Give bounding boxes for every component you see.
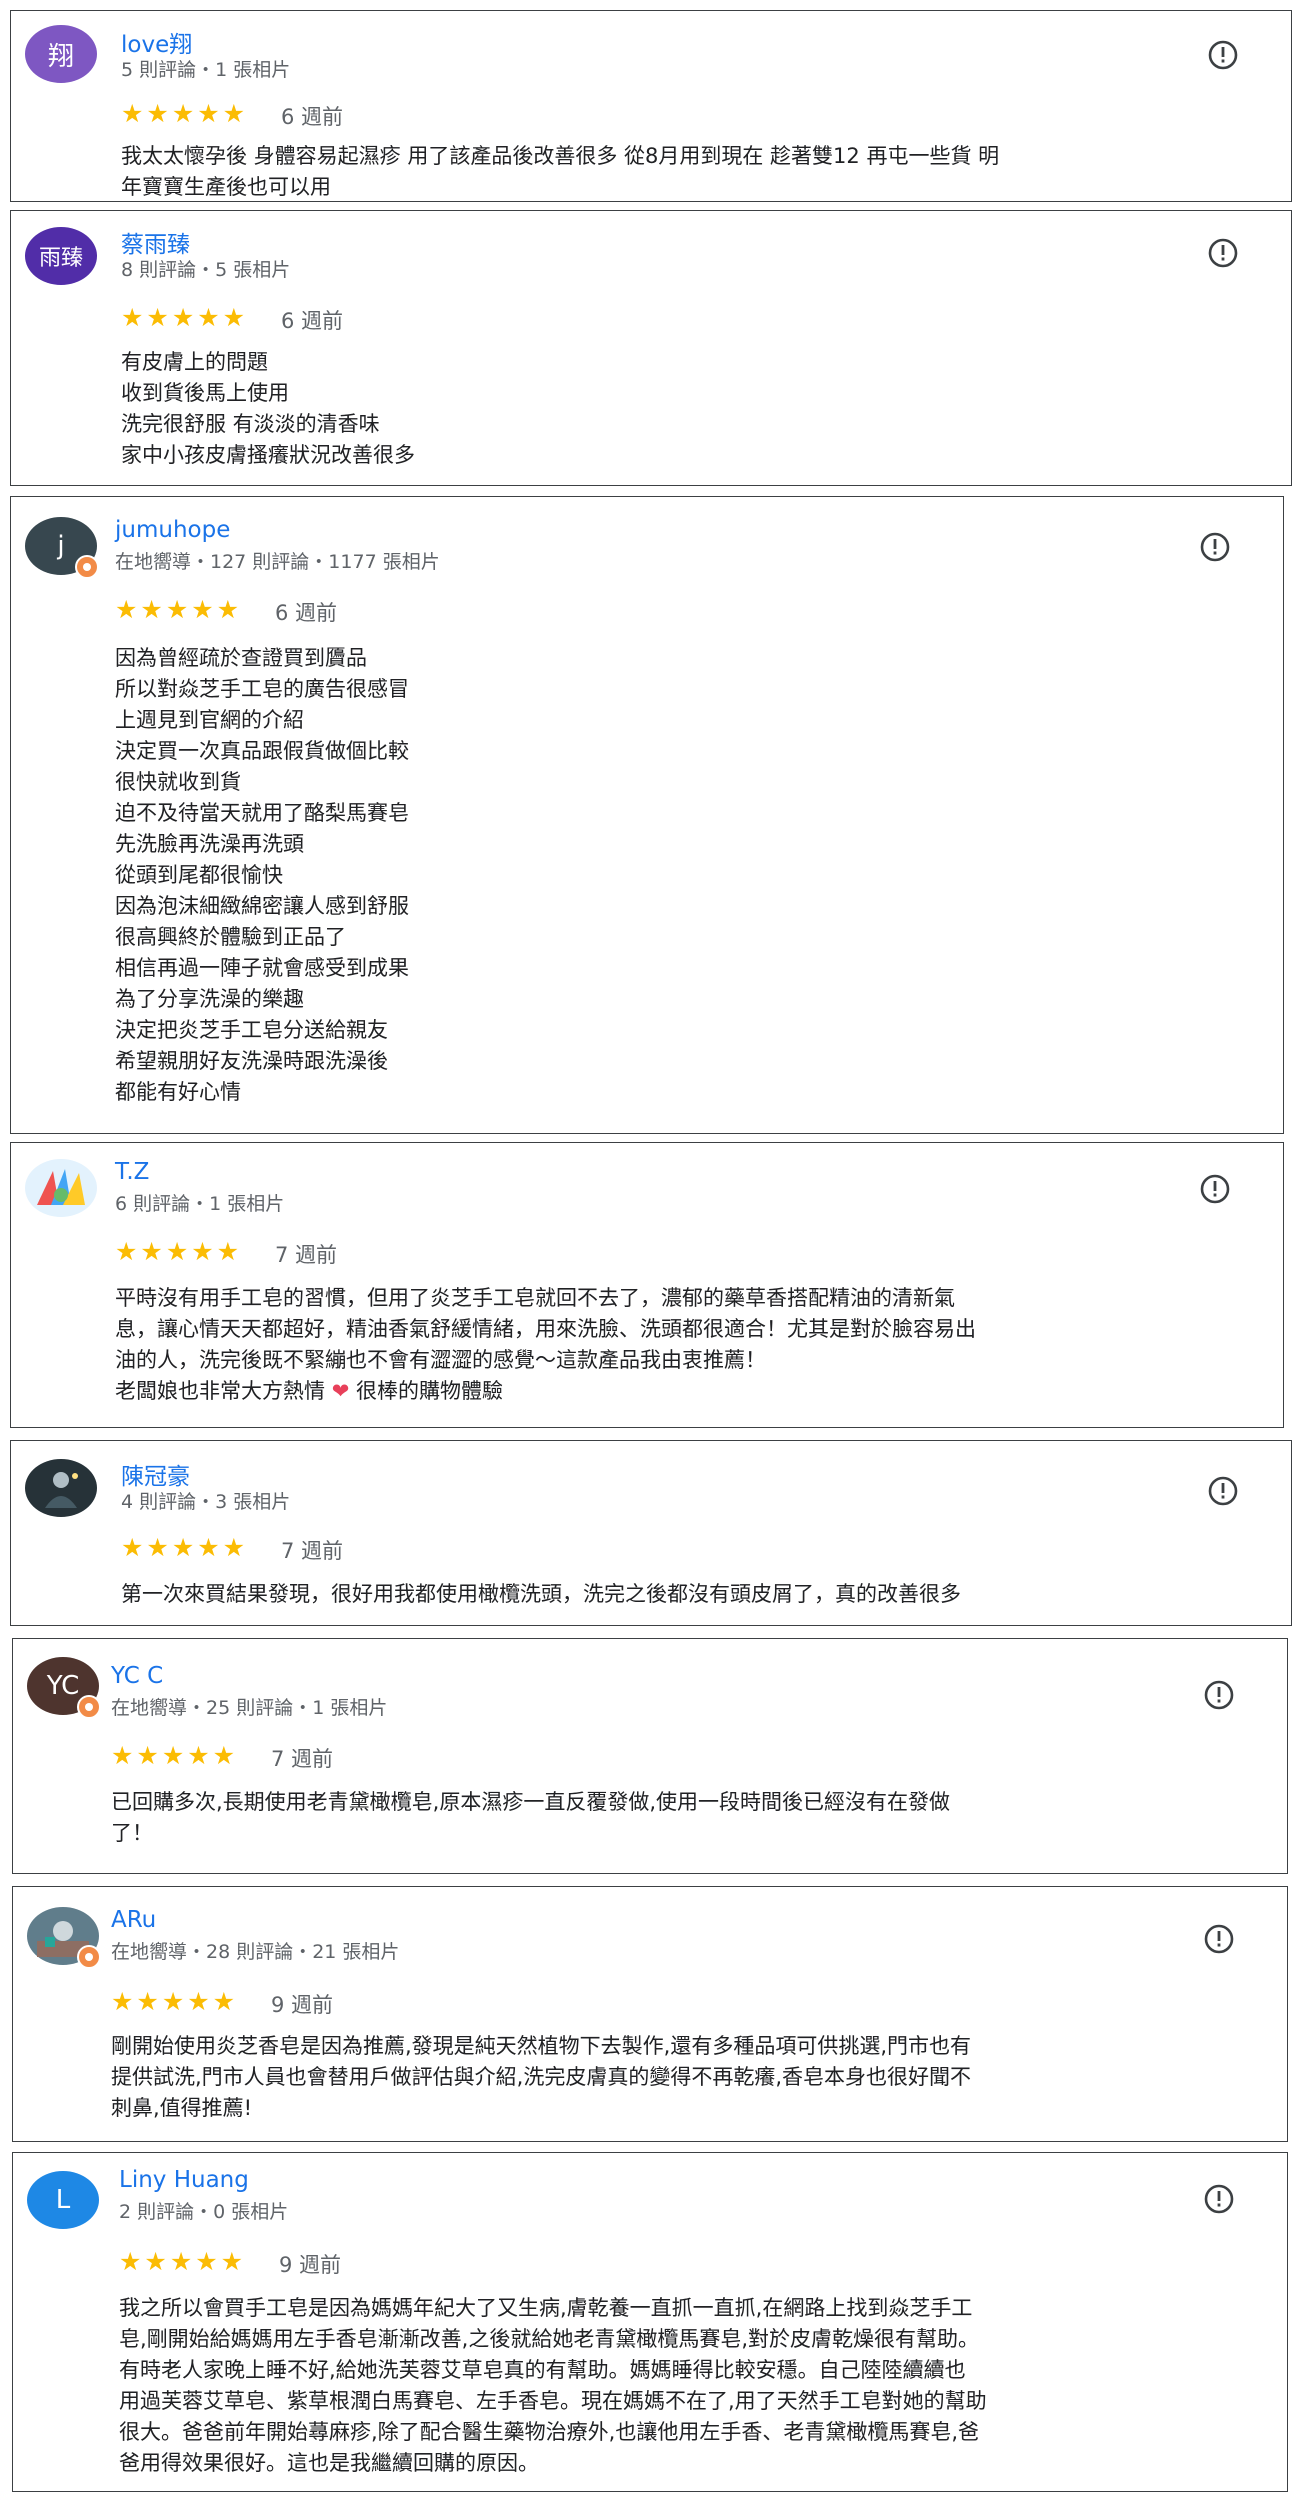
report-icon[interactable]: [1199, 1173, 1231, 1205]
heart-emoji: ❤: [331, 1379, 350, 1403]
avatar[interactable]: 翔: [25, 25, 97, 83]
reviewer-meta: 2 則評論・0 張相片: [119, 2201, 289, 2223]
review-card: T.Z 6 則評論・1 張相片 ★★★★★ 7 週前 平時沒有用手工皂的習慣，但…: [10, 1142, 1284, 1428]
star-rating: ★★★★★: [115, 595, 243, 624]
review-time: 9 週前: [279, 2253, 342, 2277]
review-text: 我太太懷孕後 身體容易起濕疹 用了該產品後改善很多 從8月用到現在 趁著雙12 …: [121, 144, 1000, 199]
avatar[interactable]: [27, 1907, 101, 1969]
avatar[interactable]: L: [27, 2171, 99, 2229]
reviewer-meta: 4 則評論・3 張相片: [121, 1491, 291, 1513]
star-rating: ★★★★★: [111, 1987, 239, 2016]
avatar-image: [45, 1472, 78, 1508]
reviewer-name[interactable]: YC C: [111, 1663, 163, 1689]
review-time: 6 週前: [275, 601, 338, 625]
review-card: 翔 love翔 5 則評論・1 張相片 ★★★★★ 6 週前 我太太懷孕後 身體…: [10, 10, 1292, 202]
star-rating: ★★★★★: [119, 2247, 247, 2276]
review-card: 陳冠豪 4 則評論・3 張相片 ★★★★★ 7 週前 第一次來買結果發現，很好用…: [10, 1440, 1292, 1626]
reviewer-name[interactable]: 陳冠豪: [121, 1457, 190, 1491]
report-icon[interactable]: [1203, 2183, 1235, 2215]
reviewer-name[interactable]: ARu: [111, 1907, 156, 1933]
avatar[interactable]: [25, 1159, 97, 1217]
reviewer-meta: 8 則評論・5 張相片: [121, 259, 291, 281]
review-text: 我之所以會買手工皂是因為媽媽年紀大了又生病,膚乾養一直抓一直抓,在網路上找到焱芝…: [119, 2296, 987, 2475]
avatar[interactable]: j: [25, 517, 99, 579]
reviewer-meta: 在地嚮導・25 則評論・1 張相片: [111, 1697, 388, 1719]
review-card: L Liny Huang 2 則評論・0 張相片 ★★★★★ 9 週前 我之所以…: [12, 2152, 1288, 2492]
review-text: 平時沒有用手工皂的習慣，但用了炎芝手工皂就回不去了，濃郁的藥草香搭配精油的清新氣…: [115, 1286, 976, 1403]
avatar[interactable]: YC: [27, 1657, 101, 1719]
star-rating: ★★★★★: [121, 1533, 249, 1562]
review-text: 因為曾經疏於查證買到贗品 所以對焱芝手工皂的廣告很感冒 上週見到官網的介紹 決定…: [115, 646, 409, 1104]
review-card: j jumuhope 在地嚮導・127 則評論・1177 張相片 ★★★★★ 6…: [10, 496, 1284, 1134]
local-guide-badge: [77, 1945, 101, 1969]
review-time: 6 週前: [281, 309, 344, 333]
review-time: 9 週前: [271, 1993, 334, 2017]
star-rating: ★★★★★: [121, 303, 249, 332]
report-icon[interactable]: [1207, 39, 1239, 71]
review-text: 已回購多次,長期使用老青黛橄欖皂,原本濕疹一直反覆發做,使用一段時間後已經沒有在…: [111, 1790, 951, 1845]
report-icon[interactable]: [1203, 1923, 1235, 1955]
avatar[interactable]: 雨臻: [25, 227, 97, 285]
avatar-image: [37, 1169, 85, 1205]
reviewer-name[interactable]: Liny Huang: [119, 2167, 249, 2193]
avatar[interactable]: [25, 1459, 97, 1517]
reviewer-name[interactable]: jumuhope: [115, 517, 230, 543]
review-time: 6 週前: [281, 105, 344, 129]
report-icon[interactable]: [1203, 1679, 1235, 1711]
reviewer-meta: 在地嚮導・127 則評論・1177 張相片: [115, 551, 440, 573]
review-text: 剛開始使用炎芝香皂是因為推薦,發現是純天然植物下去製作,還有多種品項可供挑選,門…: [111, 2034, 972, 2120]
local-guide-badge: [77, 1695, 101, 1719]
star-rating: ★★★★★: [121, 99, 249, 128]
reviewer-name[interactable]: T.Z: [115, 1159, 149, 1185]
review-time: 7 週前: [275, 1243, 338, 1267]
review-time: 7 週前: [271, 1747, 334, 1771]
local-guide-badge: [75, 555, 99, 579]
report-icon[interactable]: [1207, 1475, 1239, 1507]
review-card: 雨臻 蔡雨臻 8 則評論・5 張相片 ★★★★★ 6 週前 有皮膚上的問題 收到…: [10, 210, 1292, 486]
reviewer-name[interactable]: 蔡雨臻: [121, 225, 190, 259]
reviewer-meta: 5 則評論・1 張相片: [121, 59, 291, 81]
reviewer-meta: 在地嚮導・28 則評論・21 張相片: [111, 1941, 400, 1963]
review-time: 7 週前: [281, 1539, 344, 1563]
star-rating: ★★★★★: [115, 1237, 243, 1266]
review-card: ARu 在地嚮導・28 則評論・21 張相片 ★★★★★ 9 週前 剛開始使用炎…: [12, 1886, 1288, 2142]
review-card: YC YC C 在地嚮導・25 則評論・1 張相片 ★★★★★ 7 週前 已回購…: [12, 1638, 1288, 1874]
reviewer-name[interactable]: love翔: [121, 25, 192, 59]
star-rating: ★★★★★: [111, 1741, 239, 1770]
review-text: 第一次來買結果發現，很好用我都使用橄欖洗頭，洗完之後都沒有頭皮屑了，真的改善很多: [121, 1582, 961, 1606]
report-icon[interactable]: [1199, 531, 1231, 563]
review-text: 有皮膚上的問題 收到貨後馬上使用 洗完很舒服 有淡淡的清香味 家中小孩皮膚搔癢狀…: [121, 350, 415, 467]
reviewer-meta: 6 則評論・1 張相片: [115, 1193, 285, 1215]
report-icon[interactable]: [1207, 237, 1239, 269]
